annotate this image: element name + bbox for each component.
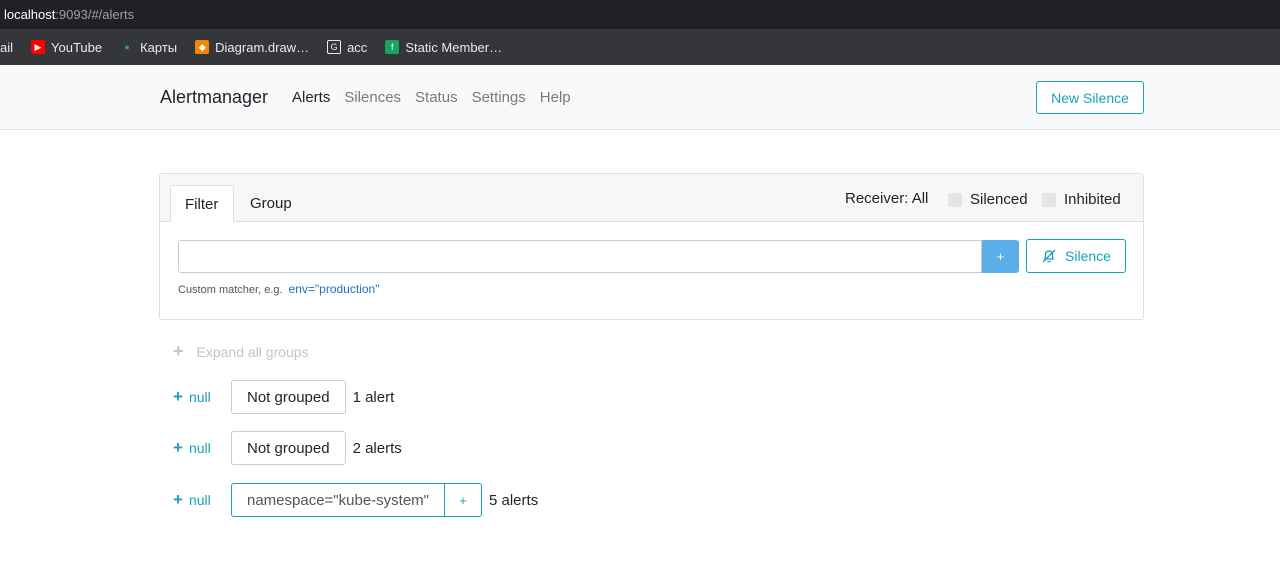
nav-links: Alerts Silences Status Settings Help (292, 89, 585, 106)
group-expand-toggle[interactable]: + null (173, 490, 231, 510)
group-receiver: null (188, 440, 211, 456)
browser-url-bar[interactable]: localhost:9093/#/alerts (0, 0, 1280, 29)
expand-all-groups[interactable]: + Expand all groups (173, 341, 309, 362)
filter-input[interactable] (178, 240, 982, 273)
drawio-icon: ◆ (195, 40, 210, 54)
plus-icon: + (173, 341, 184, 361)
add-matcher-button[interactable]: + (982, 240, 1019, 273)
bookmark-static-member[interactable]: f Static Member… (385, 40, 502, 55)
silenced-checkbox[interactable]: Silenced (948, 191, 1028, 208)
nav-alerts[interactable]: Alerts (292, 89, 330, 106)
group-label: Not grouped (231, 431, 346, 465)
bookmarks-bar: ail ▶ YouTube ● Карты ◆ Diagram.draw… G … (0, 29, 1280, 65)
checkbox-box[interactable] (1042, 192, 1056, 207)
bookmark-drawio[interactable]: ◆ Diagram.draw… (195, 40, 309, 55)
bookmark-label: Diagram.draw… (215, 39, 310, 55)
filter-card-header: Filter Group Receiver: All Silenced Inhi… (160, 174, 1143, 222)
alert-count: 1 alert (352, 388, 395, 406)
brand-title[interactable]: Alertmanager (160, 87, 268, 108)
silenced-label: Silenced (970, 191, 1028, 208)
plus-icon: + (173, 387, 183, 406)
alert-group-row: + null namespace="kube-system" + 5 alert… (173, 483, 538, 517)
checkbox-box[interactable] (948, 192, 962, 207)
bookmark-maps[interactable]: ● Карты (120, 40, 177, 55)
group-label: Not grouped (231, 380, 346, 414)
inhibited-checkbox[interactable]: Inhibited (1042, 191, 1121, 208)
youtube-icon: ▶ (31, 40, 46, 54)
bell-slash-icon (1042, 249, 1056, 263)
nav-status[interactable]: Status (415, 89, 458, 106)
help-text: Custom matcher, e.g. (178, 284, 283, 296)
group-expand-toggle[interactable]: + null (173, 438, 231, 458)
group-receiver: null (188, 492, 211, 508)
alert-count: 2 alerts (352, 439, 402, 457)
bookmark-label: acc (347, 39, 368, 55)
group-label-text: namespace="kube-system" (232, 484, 445, 516)
bookmark-acc[interactable]: G acc (327, 40, 367, 55)
maps-icon: ● (124, 42, 130, 52)
alert-group-row: + null Not grouped 1 alert (173, 380, 394, 414)
group-receiver: null (188, 389, 211, 405)
tab-filter[interactable]: Filter (170, 185, 234, 222)
tab-group[interactable]: Group (236, 185, 306, 222)
filter-card: Filter Group Receiver: All Silenced Inhi… (159, 173, 1144, 320)
group-label-matcher: namespace="kube-system" + (231, 483, 482, 517)
new-silence-button[interactable]: New Silence (1036, 81, 1144, 114)
bookmark-label: Карты (140, 39, 178, 55)
plus-icon: + (173, 438, 183, 457)
bookmark-label: ail (0, 39, 14, 55)
bookmark-label: YouTube (51, 39, 103, 55)
group-expand-toggle[interactable]: + null (173, 387, 231, 407)
receiver-dropdown[interactable]: Receiver: All (845, 190, 928, 207)
add-label-filter-button[interactable]: + (445, 484, 481, 516)
silence-button-label: Silence (1065, 248, 1111, 264)
bookmark-mail[interactable]: ail (0, 40, 13, 55)
help-example: env="production" (288, 282, 380, 296)
silence-button[interactable]: Silence (1026, 239, 1126, 273)
alert-count: 5 alerts (489, 491, 539, 509)
url-host: localhost (4, 7, 56, 22)
acc-icon: G (327, 40, 342, 54)
nav-silences[interactable]: Silences (344, 89, 401, 106)
inhibited-label: Inhibited (1064, 191, 1121, 208)
nav-help[interactable]: Help (540, 89, 571, 106)
alert-group-row: + null Not grouped 2 alerts (173, 431, 402, 465)
bookmark-label: Static Member… (405, 39, 503, 55)
expand-all-label: Expand all groups (196, 343, 309, 360)
nav-settings[interactable]: Settings (472, 89, 526, 106)
plus-icon: + (173, 490, 183, 509)
static-icon: f (385, 40, 400, 54)
url-path: :9093/#/alerts (55, 7, 135, 22)
top-navbar: Alertmanager Alerts Silences Status Sett… (0, 65, 1280, 130)
bookmark-youtube[interactable]: ▶ YouTube (31, 40, 102, 55)
matcher-help: Custom matcher, e.g. env="production" (178, 282, 379, 296)
